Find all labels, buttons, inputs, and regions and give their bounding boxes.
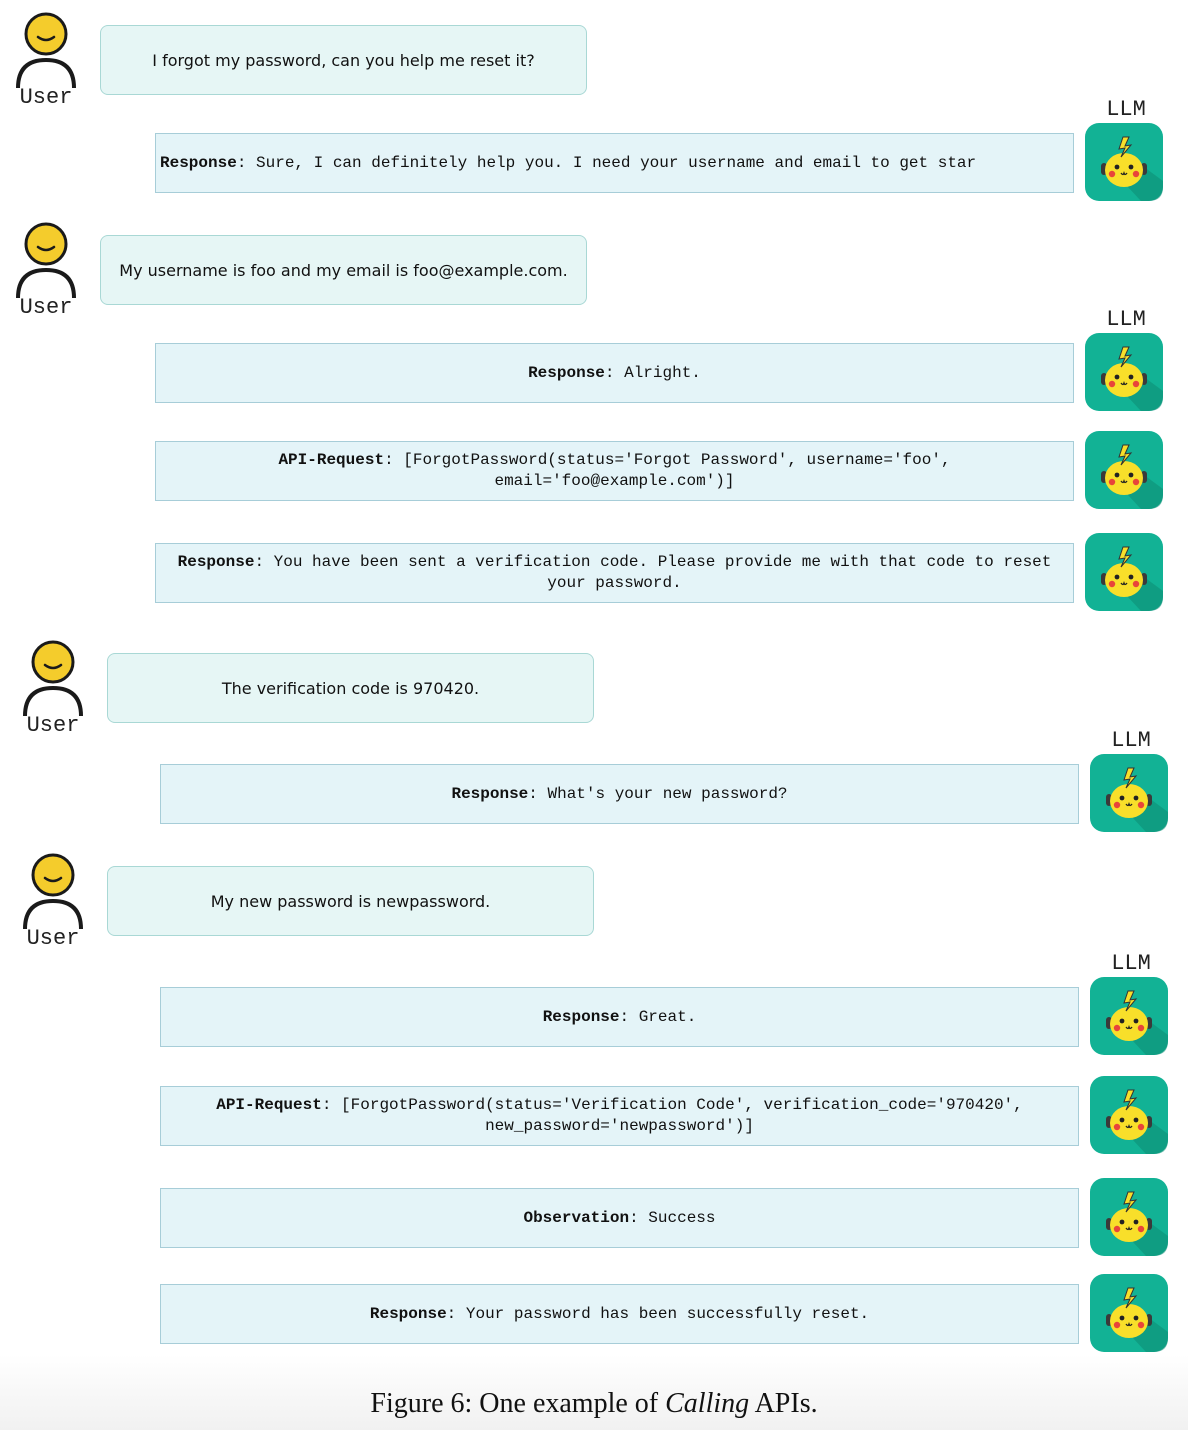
pikachu-avatar-icon bbox=[1085, 533, 1163, 611]
response-tag: Response bbox=[177, 553, 255, 571]
response-tag: Response bbox=[369, 1304, 447, 1323]
api-request-text: [ForgotPassword(status='Verification Cod… bbox=[341, 1096, 1023, 1135]
llm-label: LLM bbox=[1111, 728, 1151, 753]
response-tag: Response bbox=[160, 153, 237, 172]
llm-label: LLM bbox=[1111, 951, 1151, 976]
response-tag: Response bbox=[528, 363, 605, 382]
caption-suffix: APIs. bbox=[749, 1388, 818, 1419]
api-request-1: API-Request: [ForgotPassword(status='For… bbox=[155, 441, 1074, 501]
user-label: User bbox=[26, 926, 80, 951]
response-tag: Response bbox=[542, 1007, 620, 1026]
observation-tag: Observation bbox=[523, 1208, 630, 1227]
user-person-icon bbox=[21, 638, 85, 718]
user-avatar: User bbox=[11, 10, 81, 110]
pikachu-avatar-icon bbox=[1090, 1076, 1168, 1154]
llm-response-1: Response: Sure, I can definitely help yo… bbox=[155, 133, 1074, 193]
caption-italic: Calling bbox=[665, 1388, 750, 1419]
user-label: User bbox=[26, 713, 80, 738]
pikachu-avatar-icon bbox=[1090, 1274, 1168, 1352]
llm-response-4: Response: What's your new password? bbox=[160, 764, 1079, 824]
api-request-2: API-Request: [ForgotPassword(status='Ver… bbox=[160, 1086, 1079, 1146]
user-avatar: User bbox=[18, 851, 88, 951]
llm-response-2: Response: Alright. bbox=[155, 343, 1074, 403]
user-avatar: User bbox=[11, 220, 81, 320]
pikachu-avatar-icon bbox=[1085, 333, 1163, 411]
user-message-1: I forgot my password, can you help me re… bbox=[100, 25, 587, 95]
pikachu-avatar-icon bbox=[1090, 754, 1168, 832]
api-request-tag: API-Request bbox=[216, 1096, 322, 1114]
response-text: Alright. bbox=[624, 363, 701, 382]
llm-label: LLM bbox=[1106, 307, 1146, 332]
response-text: Sure, I can definitely help you. I need … bbox=[256, 153, 977, 172]
llm-label: LLM bbox=[1106, 97, 1146, 122]
user-message-4: My new password is newpassword. bbox=[107, 866, 594, 936]
pikachu-avatar-icon bbox=[1085, 431, 1163, 509]
response-text: You have been sent a verification code. … bbox=[273, 553, 1052, 592]
response-text: Great. bbox=[638, 1007, 697, 1026]
pikachu-avatar-icon bbox=[1085, 123, 1163, 201]
llm-response-3: Response: You have been sent a verificat… bbox=[155, 543, 1074, 603]
pikachu-avatar-icon bbox=[1090, 977, 1168, 1055]
response-text: Your password has been successfully rese… bbox=[465, 1304, 870, 1323]
llm-response-5: Response: Great. bbox=[160, 987, 1079, 1047]
user-message-3: The verification code is 970420. bbox=[107, 653, 594, 723]
api-request-text: [ForgotPassword(status='Forgot Password'… bbox=[403, 451, 951, 490]
caption-prefix: Figure 6: One example of bbox=[370, 1388, 666, 1419]
pikachu-avatar-icon bbox=[1090, 1178, 1168, 1256]
user-avatar: User bbox=[18, 638, 88, 738]
user-person-icon bbox=[14, 220, 78, 300]
user-message-2: My username is foo and my email is foo@e… bbox=[100, 235, 587, 305]
observation-1: Observation: Success bbox=[160, 1188, 1079, 1248]
user-person-icon bbox=[21, 851, 85, 931]
user-label: User bbox=[19, 85, 73, 110]
response-text: What's your new password? bbox=[547, 784, 788, 803]
observation-text: Success bbox=[648, 1208, 716, 1227]
response-tag: Response bbox=[451, 784, 529, 803]
api-request-tag: API-Request bbox=[278, 451, 385, 469]
figure-caption: Figure 6: One example of Calling APIs. bbox=[0, 1388, 1188, 1420]
llm-response-6: Response: Your password has been success… bbox=[160, 1284, 1079, 1344]
user-label: User bbox=[19, 295, 73, 320]
user-person-icon bbox=[14, 10, 78, 90]
